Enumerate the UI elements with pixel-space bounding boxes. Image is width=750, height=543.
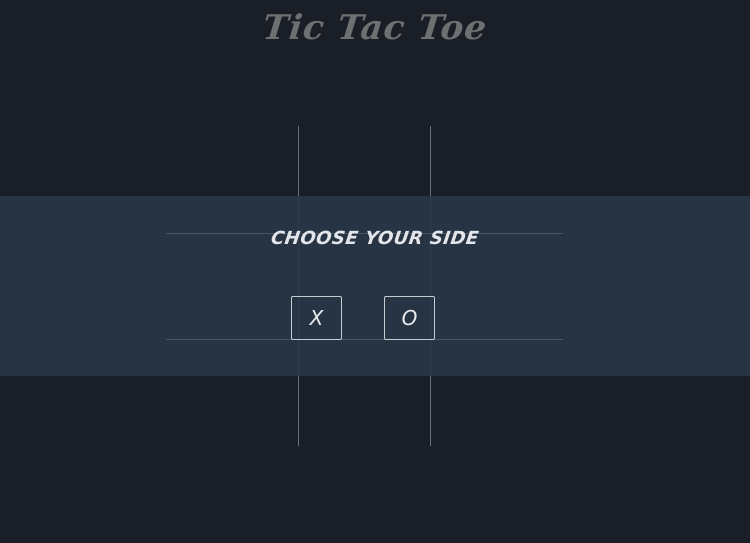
choose-side-prompt: CHOOSE YOUR SIDE <box>269 228 481 249</box>
board-horizontal-line-bottom <box>166 339 563 340</box>
side-select-overlay <box>0 196 750 376</box>
choose-o-button[interactable]: O <box>384 296 435 340</box>
choose-x-button[interactable]: X <box>291 296 342 340</box>
game-title: Tic Tac Toe <box>260 8 490 48</box>
